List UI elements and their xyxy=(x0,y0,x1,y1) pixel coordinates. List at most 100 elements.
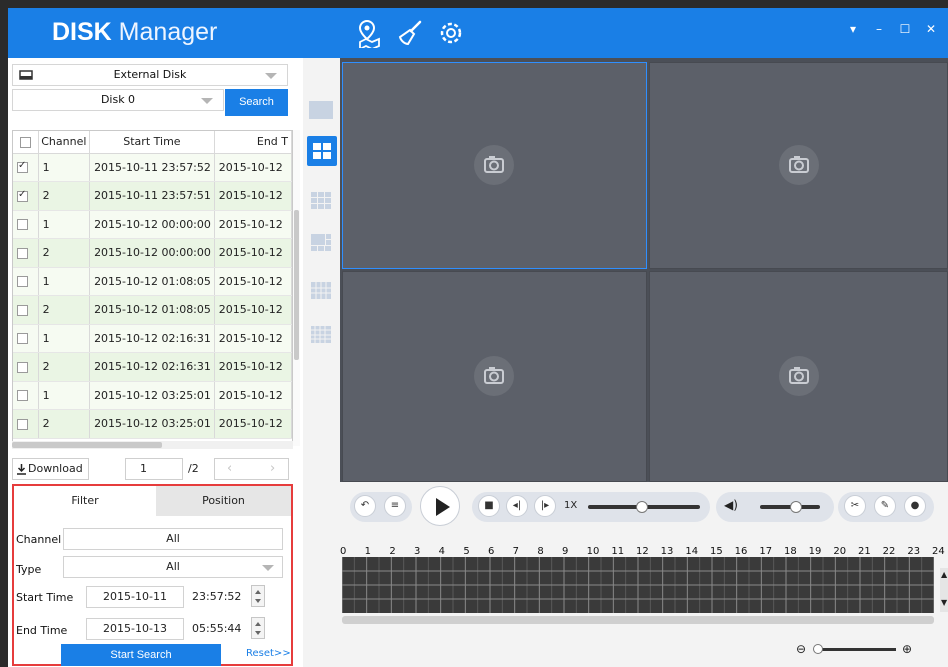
table-row[interactable]: 1 2015-10-12 03:25:01 2015-10-12 xyxy=(13,381,292,410)
maximize-icon[interactable]: ☐ xyxy=(896,20,914,38)
video-cell[interactable] xyxy=(649,62,948,269)
select-all-checkbox[interactable] xyxy=(19,136,31,148)
zoom-slider[interactable] xyxy=(812,644,896,654)
sync-play-icon[interactable]: ≡ xyxy=(384,495,406,517)
start-search-button[interactable]: Start Search xyxy=(61,644,221,666)
chevron-down-icon[interactable]: ▼ xyxy=(941,598,947,607)
step-forward-icon[interactable]: |▸ xyxy=(534,495,556,517)
cell-channel: 2 xyxy=(38,409,91,439)
layout-9-icon[interactable] xyxy=(307,186,337,216)
table-row[interactable]: 2 2015-10-12 03:25:01 2015-10-12 xyxy=(13,409,292,439)
channel-select[interactable]: All xyxy=(63,528,283,550)
row-checkbox[interactable] xyxy=(17,304,28,316)
table-horizontal-scrollbar[interactable] xyxy=(12,441,293,449)
layout-4-button[interactable] xyxy=(307,136,337,166)
table-row[interactable]: 2 2015-10-12 00:00:00 2015-10-12 xyxy=(13,238,292,268)
progress-thumb[interactable] xyxy=(635,501,648,513)
timeline-vertical-scroll[interactable]: ▲ ▼ xyxy=(940,568,948,612)
type-select[interactable]: All xyxy=(63,556,283,578)
chevron-up-icon[interactable]: ▲ xyxy=(941,570,947,579)
row-checkbox[interactable] xyxy=(17,160,28,174)
snapshot-edit-icon[interactable]: ✎ xyxy=(874,495,896,517)
cell-start-time: 2015-10-12 02:16:31 xyxy=(89,352,215,382)
volume-slider[interactable] xyxy=(760,501,820,513)
tab-position[interactable]: Position xyxy=(156,486,291,516)
stop-icon[interactable]: ■ xyxy=(478,495,500,517)
volume-thumb[interactable] xyxy=(790,501,802,513)
row-checkbox[interactable] xyxy=(17,390,28,402)
chevron-down-icon[interactable] xyxy=(255,599,261,603)
page-number-input[interactable]: 1 xyxy=(125,458,183,480)
speed-label[interactable]: 1X xyxy=(564,500,577,511)
chevron-up-icon[interactable] xyxy=(255,622,261,626)
row-checkbox[interactable] xyxy=(17,219,28,231)
timeline-grid[interactable] xyxy=(342,557,934,613)
menu-dropdown-icon[interactable]: ▾ xyxy=(844,20,862,38)
video-cell[interactable] xyxy=(649,271,948,482)
col-channel[interactable]: Channel xyxy=(38,131,91,154)
start-time-value[interactable]: 23:57:52 xyxy=(192,590,241,603)
zoom-thumb[interactable] xyxy=(812,644,823,654)
layout-1-icon[interactable] xyxy=(307,96,337,126)
row-checkbox[interactable] xyxy=(17,276,28,288)
layout-6-icon[interactable] xyxy=(307,228,337,258)
end-date-input[interactable]: 2015-10-13 xyxy=(86,618,184,640)
cell-start-time: 2015-10-12 01:08:05 xyxy=(89,267,215,296)
col-end-time[interactable]: End T xyxy=(214,131,292,154)
zoom-out-icon[interactable]: ⊖ xyxy=(796,642,806,656)
row-checkbox[interactable] xyxy=(17,361,28,373)
table-row[interactable]: 2 2015-10-12 02:16:31 2015-10-12 xyxy=(13,352,292,382)
table-row[interactable]: 1 2015-10-12 01:08:05 2015-10-12 xyxy=(13,267,292,296)
scissors-icon[interactable]: ✂ xyxy=(844,495,866,517)
gear-icon[interactable] xyxy=(436,18,466,48)
layout-12-icon[interactable] xyxy=(307,276,337,306)
video-cell[interactable] xyxy=(342,62,647,269)
table-vertical-scrollbar[interactable] xyxy=(293,130,300,446)
start-time-spinner[interactable] xyxy=(251,585,265,607)
chevron-down-icon[interactable] xyxy=(255,631,261,635)
close-icon[interactable]: ✕ xyxy=(922,20,940,38)
horizontal-scroll-thumb[interactable] xyxy=(12,442,162,448)
col-start-time[interactable]: Start Time xyxy=(89,131,215,154)
table-rows: 12015-10-11 23:57:522015-10-1222015-10-1… xyxy=(13,153,292,439)
cell-start-time: 2015-10-12 02:16:31 xyxy=(89,324,215,353)
rewind-icon[interactable]: ↶ xyxy=(354,495,376,517)
timeline-scrollbar[interactable] xyxy=(342,616,934,624)
chevron-left-icon[interactable]: ‹ xyxy=(227,459,232,479)
end-time-value[interactable]: 05:55:44 xyxy=(192,622,241,635)
vertical-scroll-thumb[interactable] xyxy=(294,210,299,360)
row-checkbox[interactable] xyxy=(17,247,28,259)
table-row[interactable]: 2 2015-10-12 01:08:05 2015-10-12 xyxy=(13,295,292,325)
video-cell[interactable] xyxy=(342,271,647,482)
reset-link[interactable]: Reset>> xyxy=(246,648,291,659)
chevron-right-icon[interactable]: › xyxy=(270,459,275,479)
row-checkbox-cell xyxy=(13,238,39,268)
speaker-icon[interactable]: ◀) xyxy=(724,498,738,512)
table-row[interactable]: 22015-10-11 23:57:512015-10-12 xyxy=(13,181,292,211)
disk-type-select[interactable]: External Disk xyxy=(12,64,288,86)
zoom-in-icon[interactable]: ⊕ xyxy=(902,642,912,656)
broom-icon[interactable] xyxy=(396,18,426,48)
disk-select[interactable]: Disk 0 xyxy=(12,89,224,111)
row-checkbox[interactable] xyxy=(17,418,28,430)
progress-slider[interactable] xyxy=(588,501,700,513)
tab-filter[interactable]: Filter xyxy=(14,486,156,516)
chevron-up-icon[interactable] xyxy=(255,590,261,594)
user-icon[interactable]: ● xyxy=(904,495,926,517)
cell-start-time: 2015-10-11 23:57:52 xyxy=(89,153,215,182)
start-date-input[interactable]: 2015-10-11 xyxy=(86,586,184,608)
table-row[interactable]: 1 2015-10-12 00:00:00 2015-10-12 xyxy=(13,210,292,239)
search-button[interactable]: Search xyxy=(225,89,288,116)
step-back-icon[interactable]: ◂| xyxy=(506,495,528,517)
layout-16-icon[interactable] xyxy=(307,320,337,350)
map-pin-icon[interactable] xyxy=(356,18,386,48)
play-button[interactable] xyxy=(420,486,460,526)
row-checkbox-cell xyxy=(13,181,39,211)
table-row[interactable]: 12015-10-11 23:57:522015-10-12 xyxy=(13,153,292,182)
end-time-spinner[interactable] xyxy=(251,617,265,639)
row-checkbox[interactable] xyxy=(17,333,28,345)
table-row[interactable]: 1 2015-10-12 02:16:31 2015-10-12 xyxy=(13,324,292,353)
download-button[interactable]: Download xyxy=(12,458,89,480)
row-checkbox[interactable] xyxy=(17,189,28,202)
minimize-icon[interactable]: – xyxy=(870,20,888,38)
